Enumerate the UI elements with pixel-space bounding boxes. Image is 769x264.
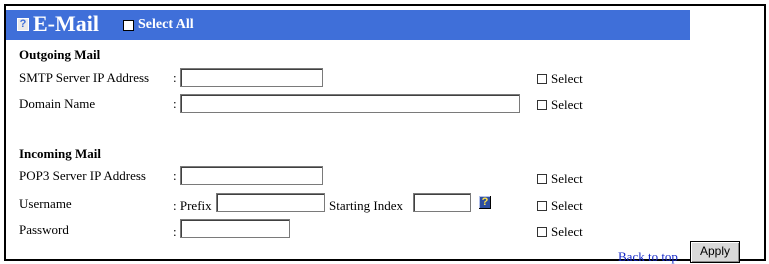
email-settings-panel: ? E-Mail Select All Outgoing Mail SMTP S… [4, 4, 766, 264]
pop3-server-input[interactable] [180, 166, 323, 185]
password-input[interactable] [180, 219, 290, 238]
pop3-label: POP3 Server IP Address [19, 168, 146, 183]
username-label: Username [19, 196, 72, 211]
select-all-checkbox[interactable] [123, 20, 134, 31]
password-select-checkbox[interactable] [537, 227, 547, 237]
select-all-label: Select All [138, 17, 194, 32]
email-header-bar: ? E-Mail Select All [6, 10, 690, 40]
page-title: E-Mail [33, 11, 99, 36]
smtp-select-checkbox[interactable] [537, 74, 547, 84]
pop3-select-label: Select [551, 171, 583, 186]
username-select[interactable]: Select [537, 198, 583, 213]
smtp-select[interactable]: Select [537, 71, 583, 86]
pop3-colon: : [173, 168, 177, 183]
starting-index-input[interactable] [413, 193, 471, 212]
incoming-mail-heading: Incoming Mail [19, 146, 101, 161]
domain-select-label: Select [551, 97, 583, 112]
smtp-server-input[interactable] [180, 68, 323, 87]
starting-index-label: Starting Index [329, 198, 404, 213]
smtp-select-label: Select [551, 71, 583, 86]
domain-name-input[interactable] [180, 94, 520, 113]
password-select[interactable]: Select [537, 224, 583, 239]
username-select-label: Select [551, 198, 583, 213]
prefix-label: : Prefix [173, 198, 212, 213]
pop3-select[interactable]: Select [537, 171, 583, 186]
domain-select[interactable]: Select [537, 97, 583, 112]
back-to-top-link[interactable]: Back to top [618, 249, 678, 264]
password-select-label: Select [551, 224, 583, 239]
apply-button[interactable]: Apply [690, 241, 740, 263]
password-label: Password [19, 222, 69, 237]
username-select-checkbox[interactable] [537, 201, 547, 211]
domain-colon: : [173, 96, 177, 111]
pop3-select-checkbox[interactable] [537, 174, 547, 184]
smtp-label: SMTP Server IP Address [19, 70, 150, 85]
help-icon[interactable]: ? [17, 18, 29, 31]
smtp-colon: : [173, 70, 177, 85]
help-icon[interactable]: ? [479, 196, 491, 209]
domain-label: Domain Name [19, 96, 96, 111]
username-prefix-input[interactable] [216, 193, 325, 212]
domain-select-checkbox[interactable] [537, 100, 547, 110]
password-colon: : [173, 224, 177, 239]
outgoing-mail-heading: Outgoing Mail [19, 47, 101, 62]
